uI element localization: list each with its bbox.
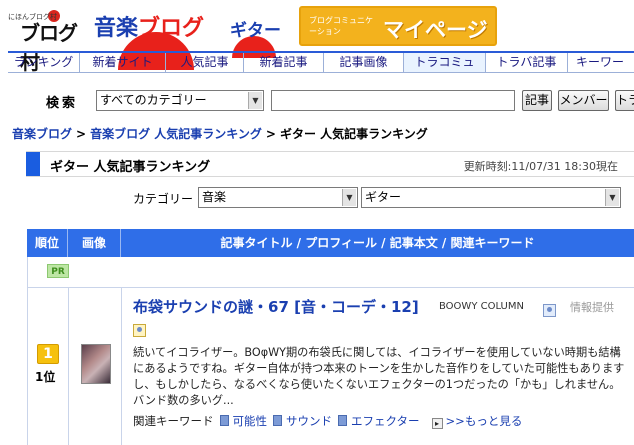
chevron-down-icon: ▼ xyxy=(342,189,356,206)
nav-tab-popular[interactable]: 人気記事 xyxy=(166,53,244,72)
guitar-logo-text: ギター xyxy=(230,21,281,41)
nav-tab-images[interactable]: 記事画像 xyxy=(324,53,404,72)
header-rank: 順位 xyxy=(27,229,68,257)
header-content: 記事タイトル / プロフィール / 記事本文 / 関連キーワード xyxy=(121,229,634,257)
updated-time: 更新時刻:11/07/31 18:30現在 xyxy=(463,160,618,173)
search-members-button[interactable]: メンバー xyxy=(558,90,609,111)
heading-accent-bar xyxy=(26,152,40,176)
rank-crown-icon: 1 xyxy=(37,344,59,364)
breadcrumb: 音楽ブログ > 音楽ブログ 人気記事ランキング > ギター 人気記事ランキング xyxy=(12,125,428,142)
table-row: 1 1位 布袋サウンドの謎・67 [音・コーデ・12] BOOWY COLUMN… xyxy=(27,288,634,445)
primary-category-value: 音楽 xyxy=(202,190,227,204)
music-logo-blue: 音楽 xyxy=(94,16,139,41)
breadcrumb-separator: > xyxy=(265,127,276,141)
pr-row: PR xyxy=(27,257,634,288)
keyword-icon xyxy=(219,415,229,426)
breadcrumb-popular-ranking[interactable]: 音楽ブログ 人気記事ランキング xyxy=(90,127,262,141)
rank-text: 1位 xyxy=(35,370,56,384)
info-provided-label: 情報提供 xyxy=(570,301,614,314)
nav-tab-new-sites[interactable]: 新着サイト xyxy=(80,53,166,72)
rank-cell: 1 1位 xyxy=(28,288,69,445)
main-nav: ランキング 新着サイト 人気記事 新着記事 記事画像 トラコミュ トラバ記事 キ… xyxy=(8,51,634,73)
ranking-table-header: 順位 画像 記事タイトル / プロフィール / 記事本文 / 関連キーワード xyxy=(27,229,634,257)
search-label: 検索 xyxy=(46,96,79,111)
image-cell xyxy=(69,288,122,445)
keyword-link[interactable]: 可能性 xyxy=(233,414,268,428)
breadcrumb-separator: > xyxy=(76,127,87,141)
category-filter-label: カテゴリー xyxy=(133,192,194,206)
entry-excerpt: 続いてイコライザー。BOφWY期の布袋氏に関しては、イコライザーを使用していない… xyxy=(133,346,625,407)
breadcrumb-current: ギター 人気記事ランキング xyxy=(279,127,428,141)
music-logo-red: ブログ xyxy=(138,16,205,41)
nav-tab-ranking[interactable]: ランキング xyxy=(8,53,80,72)
page-heading: ギター 人気記事ランキング 更新時刻:11/07/31 18:30現在 xyxy=(26,151,634,177)
related-keywords-label: 関連キーワード xyxy=(133,414,214,428)
secondary-category-value: ギター xyxy=(365,190,402,204)
music-blog-logo[interactable]: 音楽ブログ xyxy=(92,6,212,70)
pr-badge: PR xyxy=(47,264,69,278)
profile-icon[interactable] xyxy=(133,324,146,337)
chevron-down-icon: ▼ xyxy=(248,92,262,109)
mypage-banner[interactable]: ブログコミュニケーション マイページ xyxy=(299,6,497,46)
keyword-link[interactable]: エフェクター xyxy=(351,414,420,428)
related-keywords: 関連キーワード 可能性 サウンド エフェクター ▸ >>もっと見る xyxy=(133,413,522,429)
breadcrumb-music-blog[interactable]: 音楽ブログ xyxy=(12,127,72,141)
profile-icon[interactable] xyxy=(543,304,556,317)
header-content-label: 記事タイトル / プロフィール / 記事本文 / 関連キーワード xyxy=(220,236,535,250)
search-bar: 検索 すべてのカテゴリー ▼ 記事 メンバー トラ xyxy=(0,88,634,112)
chevron-down-icon: ▼ xyxy=(605,189,619,206)
secondary-category-select[interactable]: ギター ▼ xyxy=(361,187,621,208)
nav-tab-keywords[interactable]: キーワー xyxy=(568,53,634,72)
search-articles-button[interactable]: 記事 xyxy=(522,90,552,111)
category-select-value: すべてのカテゴリー xyxy=(100,93,207,107)
mypage-sub: ブログコミュニケーション xyxy=(309,16,373,36)
mypage-title: マイページ xyxy=(383,18,488,42)
search-input[interactable] xyxy=(271,90,515,111)
see-more-link[interactable]: >>もっと見る xyxy=(446,414,523,428)
arrow-right-icon: ▸ xyxy=(431,418,443,429)
header-image: 画像 xyxy=(68,229,121,257)
blog-name-link[interactable]: BOOWY COLUMN xyxy=(439,301,524,312)
blogmura-logo[interactable]: にほんブログ村 ブログ村 xyxy=(6,8,78,74)
site-header: にほんブログ村 ブログ村 音楽ブログ ギター ブログコミュニケーション マイペー… xyxy=(0,0,634,74)
keyword-link[interactable]: サウンド xyxy=(286,414,332,428)
primary-category-select[interactable]: 音楽 ▼ xyxy=(198,187,358,208)
entry-title-link[interactable]: 布袋サウンドの謎・67 [音・コーデ・12] xyxy=(133,296,419,317)
keyword-icon xyxy=(338,415,347,426)
search-more-button[interactable]: トラ xyxy=(615,90,634,111)
page-title: ギター 人気記事ランキング xyxy=(50,160,211,175)
keyword-icon xyxy=(273,415,282,426)
nav-tab-trackback-community[interactable]: トラコミュ xyxy=(404,53,486,72)
avatar[interactable] xyxy=(81,344,111,384)
category-select[interactable]: すべてのカテゴリー ▼ xyxy=(96,90,264,111)
nav-tab-new-articles[interactable]: 新着記事 xyxy=(244,53,324,72)
guitar-logo[interactable]: ギター xyxy=(220,8,290,58)
nav-tab-trackback-articles[interactable]: トラバ記事 xyxy=(486,53,568,72)
